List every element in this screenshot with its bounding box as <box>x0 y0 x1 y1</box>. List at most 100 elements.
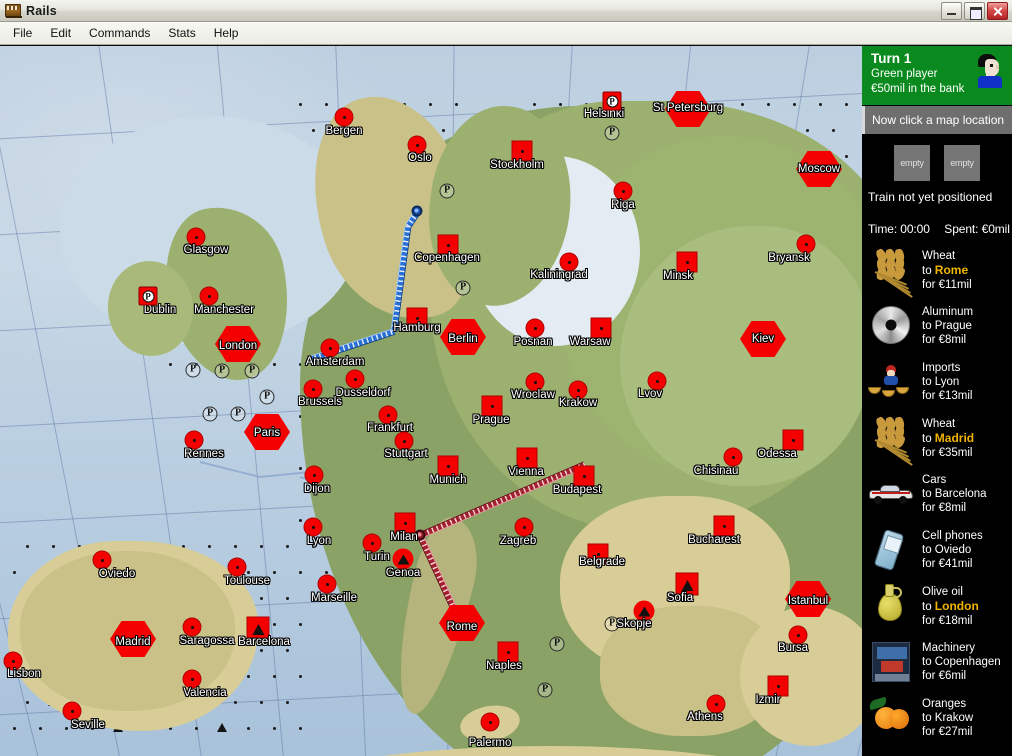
port-marker-icon[interactable]: P <box>455 280 471 296</box>
cargo-slot-2[interactable]: empty <box>944 145 980 181</box>
port-marker-icon[interactable]: P <box>214 363 230 379</box>
city-marker-circle[interactable] <box>614 182 632 200</box>
city-marker-square[interactable] <box>407 308 427 328</box>
city-marker-circle[interactable] <box>183 670 201 688</box>
milepost-dot[interactable] <box>324 570 328 574</box>
demand-card[interactable]: Wheat to Rome for €11mil <box>862 242 1012 298</box>
demand-card[interactable]: Imports to Lyon for €13mil <box>862 354 1012 410</box>
milepost-dot[interactable] <box>12 726 16 730</box>
milepost-dot[interactable] <box>298 674 302 678</box>
city-marker-mtncity[interactable] <box>392 548 414 570</box>
milepost-dot[interactable] <box>532 102 536 106</box>
city-marker-circle[interactable] <box>321 339 339 357</box>
city-marker-square[interactable] <box>438 456 458 476</box>
milepost-dot[interactable] <box>259 648 263 652</box>
demand-card[interactable]: Oranges to Krakow for €27mil <box>862 690 1012 746</box>
milepost-dot[interactable] <box>298 726 302 730</box>
milepost-dot[interactable] <box>38 726 42 730</box>
demand-card[interactable]: Cell phones to Oviedo for €41mil <box>862 522 1012 578</box>
city-marker-square[interactable] <box>588 544 608 564</box>
city-marker-circle[interactable] <box>185 431 203 449</box>
city-marker-circle[interactable] <box>305 466 323 484</box>
city-marker-circle[interactable] <box>228 558 246 576</box>
milepost-dot[interactable] <box>272 726 276 730</box>
city-marker-circle[interactable] <box>724 448 742 466</box>
city-marker-circle[interactable] <box>200 287 218 305</box>
city-marker-square[interactable] <box>783 430 803 450</box>
milepost-dot[interactable] <box>831 128 835 132</box>
milepost-dot[interactable] <box>311 544 315 548</box>
milepost-dot[interactable] <box>25 700 29 704</box>
milepost-dot[interactable] <box>337 596 341 600</box>
milepost-dot[interactable] <box>558 102 562 106</box>
city-marker-circle[interactable] <box>515 518 533 536</box>
port-marker-icon[interactable]: P <box>549 636 565 652</box>
milepost-dot[interactable] <box>25 544 29 548</box>
city-marker-circle[interactable] <box>789 626 807 644</box>
port-marker-icon[interactable]: P <box>185 362 201 378</box>
demand-card[interactable]: Olive oil to London for €18mil <box>862 578 1012 634</box>
milepost-dot[interactable] <box>246 726 250 730</box>
close-button[interactable] <box>987 1 1008 20</box>
port-city-marker-icon[interactable]: P <box>602 91 622 111</box>
city-marker-square[interactable] <box>512 141 532 161</box>
city-marker-square[interactable] <box>482 396 502 416</box>
port-marker-icon[interactable]: P <box>604 616 620 632</box>
milepost-dot[interactable] <box>90 726 94 730</box>
milepost-dot[interactable] <box>207 544 211 548</box>
port-marker-icon[interactable]: P <box>439 183 455 199</box>
city-marker-circle[interactable] <box>363 534 381 552</box>
milepost-dot[interactable] <box>259 700 263 704</box>
menu-item-stats[interactable]: Stats <box>159 23 204 43</box>
city-marker-circle[interactable] <box>304 380 322 398</box>
milepost-dot[interactable] <box>246 674 250 678</box>
milepost-dot[interactable] <box>259 544 263 548</box>
menu-item-file[interactable]: File <box>4 23 41 43</box>
city-marker-mtncity[interactable] <box>633 600 655 622</box>
milepost-dot[interactable] <box>454 102 458 106</box>
city-marker-circle[interactable] <box>93 551 111 569</box>
milepost-dot[interactable] <box>766 102 770 106</box>
city-marker-circle[interactable] <box>408 136 426 154</box>
port-marker-icon[interactable]: P <box>604 125 620 141</box>
milepost-dot[interactable] <box>324 102 328 106</box>
milepost-dot[interactable] <box>51 544 55 548</box>
minimize-button[interactable] <box>941 1 962 20</box>
city-marker-circle[interactable] <box>526 319 544 337</box>
milepost-dot[interactable] <box>194 726 198 730</box>
milepost-dot[interactable] <box>12 570 16 574</box>
milepost-dot[interactable] <box>818 102 822 106</box>
milepost-dot[interactable] <box>844 154 848 158</box>
city-marker-circle[interactable] <box>797 235 815 253</box>
city-marker-circle[interactable] <box>318 575 336 593</box>
port-marker-icon[interactable]: P <box>244 363 260 379</box>
milepost-dot[interactable] <box>272 674 276 678</box>
milepost-dot[interactable] <box>844 102 848 106</box>
city-marker-square[interactable] <box>677 252 697 272</box>
milepost-dot[interactable] <box>285 700 289 704</box>
mountain-symbol[interactable] <box>217 723 227 732</box>
city-marker-circle[interactable] <box>335 108 353 126</box>
city-marker-circle[interactable] <box>560 253 578 271</box>
demand-card[interactable]: Cars to Barcelona for €8mil <box>862 466 1012 522</box>
city-marker-circle[interactable] <box>569 381 587 399</box>
cargo-slot-1[interactable]: empty <box>894 145 930 181</box>
demand-card[interactable]: Wheat to Madrid for €35mil <box>862 410 1012 466</box>
city-marker-circle[interactable] <box>648 372 666 390</box>
milepost-dot[interactable] <box>259 596 263 600</box>
city-marker-circle[interactable] <box>395 432 413 450</box>
milepost-dot[interactable] <box>298 518 302 522</box>
port-marker-icon[interactable]: P <box>202 406 218 422</box>
milepost-dot[interactable] <box>441 128 445 132</box>
city-marker-sqmtn[interactable] <box>676 573 698 595</box>
city-marker-square[interactable] <box>517 448 537 468</box>
milepost-dot[interactable] <box>64 726 68 730</box>
milepost-dot[interactable] <box>285 596 289 600</box>
milepost-dot[interactable] <box>792 102 796 106</box>
game-map[interactable]: PPPPPPPPPPPP Bergen Oslo Stockholm P Helsink… <box>0 46 862 756</box>
city-marker-circle[interactable] <box>707 695 725 713</box>
demand-card[interactable]: Machinery to Copenhagen for €6mil <box>862 634 1012 690</box>
city-marker-square[interactable] <box>498 642 518 662</box>
port-marker-icon[interactable]: P <box>230 406 246 422</box>
track-endpoint-node[interactable] <box>411 205 423 217</box>
